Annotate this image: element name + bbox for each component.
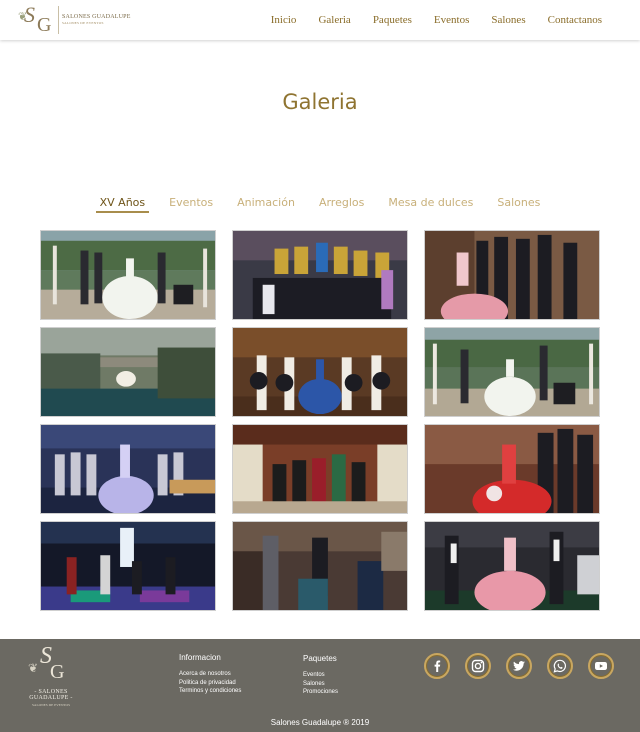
footer-brand-tagline: SALONES DE EVENTOS	[31, 703, 71, 707]
instagram-icon[interactable]	[465, 653, 491, 679]
whatsapp-icon[interactable]	[547, 653, 573, 679]
footer-info-heading: Informacion	[179, 653, 221, 662]
footer-monogram: ❦ S G	[14, 643, 88, 689]
tab-mesa-de-dulces[interactable]: Mesa de dulces	[384, 196, 477, 213]
footer-packages-column: Paquetes Eventos Salones Promociones	[303, 654, 338, 697]
gallery-photo[interactable]	[232, 327, 408, 417]
brand-name: SALONES GUADALUPE SALONES DE EVENTOS	[62, 14, 131, 25]
gallery-filter-tabs: XV Años Eventos Animación Arreglos Mesa …	[0, 196, 640, 213]
nav-paquetes[interactable]: Paquetes	[373, 14, 412, 26]
nav-salones[interactable]: Salones	[491, 14, 525, 26]
leaf-ornament-icon: ❦	[28, 661, 39, 675]
footer-link-eventos[interactable]: Eventos	[303, 671, 338, 680]
page-title: Galeria	[282, 90, 358, 114]
footer-logo[interactable]: ❦ S G - SALONES GUADALUPE - SALONES DE E…	[14, 643, 88, 713]
brand-name-text: SALONES GUADALUPE	[62, 14, 131, 20]
gallery-photo[interactable]	[424, 327, 600, 417]
tab-eventos[interactable]: Eventos	[165, 196, 217, 213]
footer-packages-heading: Paquetes	[303, 654, 337, 663]
footer-link-terminos[interactable]: Terminos y condiciones	[179, 687, 241, 696]
logo-divider	[58, 6, 59, 34]
footer-info-column: Informacion Acerca de nosotros Politica …	[179, 653, 241, 696]
photo-gallery	[40, 230, 600, 611]
nav-galeria[interactable]: Galeria	[318, 14, 350, 26]
nav-contactanos[interactable]: Contactanos	[548, 14, 602, 26]
gallery-photo[interactable]	[232, 230, 408, 320]
brand-tagline: SALONES DE EVENTOS	[62, 21, 104, 25]
footer-brand-name: - SALONES GUADALUPE -	[29, 689, 73, 701]
footer-link-acerca[interactable]: Acerca de nosotros	[179, 670, 241, 679]
youtube-icon[interactable]	[588, 653, 614, 679]
tab-xv-anos[interactable]: XV Años	[95, 196, 150, 213]
footer-link-salones[interactable]: Salones	[303, 680, 338, 689]
footer-link-privacidad[interactable]: Politica de privacidad	[179, 679, 241, 688]
gallery-photo[interactable]	[40, 521, 216, 611]
gallery-photo[interactable]	[40, 424, 216, 514]
nav-eventos[interactable]: Eventos	[434, 14, 469, 26]
gallery-photo[interactable]	[232, 521, 408, 611]
monogram-s: S	[24, 2, 35, 27]
tab-animacion[interactable]: Animación	[233, 196, 299, 213]
site-header: ❦ S G SALONES GUADALUPE SALONES DE EVENT…	[0, 0, 640, 40]
footer-link-promociones[interactable]: Promociones	[303, 688, 338, 697]
brand-logo[interactable]: ❦ S G SALONES GUADALUPE SALONES DE EVENT…	[18, 2, 131, 36]
gallery-photo[interactable]	[424, 521, 600, 611]
copyright: Salones Guadalupe ® 2019	[270, 718, 370, 727]
gallery-photo[interactable]	[40, 327, 216, 417]
tab-arreglos[interactable]: Arreglos	[315, 196, 368, 213]
gallery-photo[interactable]	[424, 424, 600, 514]
twitter-icon[interactable]	[506, 653, 532, 679]
gallery-photo[interactable]	[40, 230, 216, 320]
main-nav: Inicio Galeria Paquetes Eventos Salones …	[249, 14, 602, 26]
tab-salones[interactable]: Salones	[493, 196, 544, 213]
gallery-photo[interactable]	[424, 230, 600, 320]
monogram-g: G	[37, 14, 52, 36]
social-links	[424, 653, 614, 679]
gallery-photo[interactable]	[232, 424, 408, 514]
monogram: ❦ S G	[18, 2, 58, 36]
nav-inicio[interactable]: Inicio	[271, 14, 297, 26]
facebook-icon[interactable]	[424, 653, 450, 679]
footer-monogram-g: G	[50, 661, 65, 683]
